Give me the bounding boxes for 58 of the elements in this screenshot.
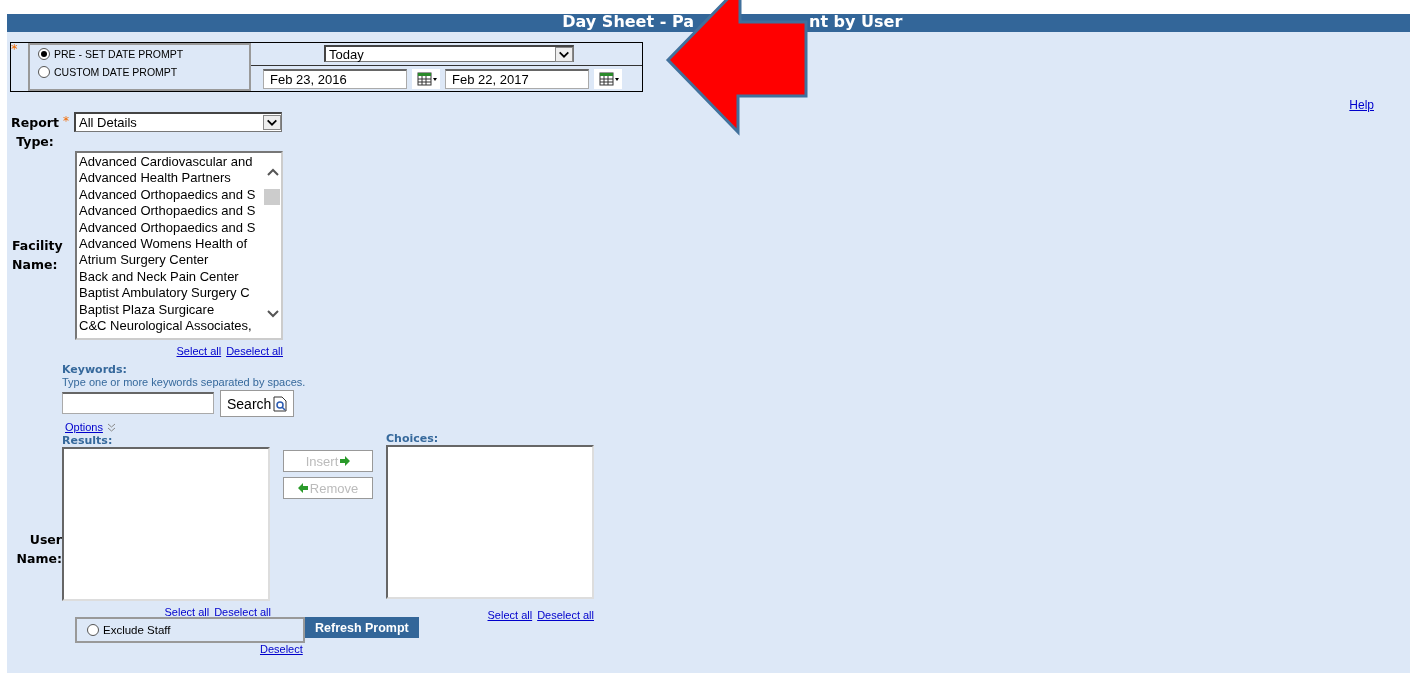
radio-label: PRE - SET DATE PROMPT — [54, 48, 184, 60]
radio-button[interactable] — [38, 66, 50, 78]
radio-label: Exclude Staff — [103, 624, 171, 636]
page-title: Day Sheet - Pa — [562, 12, 694, 31]
choices-listbox[interactable] — [386, 445, 594, 599]
list-item[interactable]: Advanced Health Partners — [79, 170, 264, 187]
radio-button[interactable] — [87, 624, 99, 636]
preset-dropdown[interactable]: Today — [324, 45, 574, 62]
calendar-icon[interactable] — [594, 69, 622, 89]
list-item[interactable]: Atrium Surgery Center — [79, 252, 264, 269]
list-item[interactable]: Advanced Womens Health of — [79, 236, 264, 253]
scrollbar-thumb[interactable] — [264, 189, 280, 205]
results-label: Results: — [62, 434, 114, 447]
field-label: Facility Name: — [12, 238, 63, 272]
scroll-up-icon[interactable] — [267, 167, 279, 177]
list-item[interactable]: Advanced Orthopaedics and S — [79, 219, 264, 237]
arrow-icon — [340, 456, 351, 466]
help-link[interactable]: Help — [1349, 98, 1374, 112]
radio-button[interactable] — [38, 48, 50, 60]
expand-chevron-icon[interactable] — [106, 422, 116, 432]
list-item[interactable]: Advanced Cardiovascular and — [79, 154, 264, 171]
list-item[interactable]: Baptist Ambulatory Surgery C — [79, 285, 264, 302]
start-date-field[interactable]: Feb 23, 2016 — [263, 69, 407, 89]
select-all-link[interactable]: Select all — [164, 606, 210, 618]
arrow-icon — [297, 483, 308, 493]
page-title: nt by User — [809, 12, 903, 31]
select-all-link[interactable]: Select all — [487, 609, 533, 621]
keywords-label: Keywords: — [62, 363, 128, 376]
select-all-link[interactable]: Select all — [176, 345, 222, 357]
report-type-dropdown[interactable]: All Details — [74, 112, 282, 132]
list-item[interactable]: Baptist Plaza Surgicare — [79, 301, 264, 319]
list-item[interactable]: C&C Neurological Associates, — [79, 318, 264, 335]
deselect-link[interactable]: Deselect — [260, 643, 303, 655]
required-mark: * — [63, 113, 70, 130]
keywords-hint: Type one or more keywords separated by spaces. — [62, 376, 307, 388]
field-label: User Name: — [16, 531, 62, 566]
required-mark: * — [11, 43, 19, 58]
scroll-down-icon[interactable] — [267, 309, 279, 319]
list-item[interactable]: Back and Neck Pain Center — [79, 268, 264, 286]
refresh-prompt-button[interactable]: Refresh Prompt — [305, 617, 419, 638]
deselect-all-link[interactable]: Deselect all — [226, 345, 283, 357]
search-button[interactable]: Search — [220, 390, 295, 417]
deselect-all-link[interactable]: Deselect all — [537, 609, 594, 621]
calendar-icon[interactable] — [412, 69, 440, 89]
keywords-field[interactable] — [62, 392, 214, 414]
deselect-all-link[interactable]: Deselect all — [214, 606, 271, 618]
dropdown-caret-icon[interactable] — [263, 115, 281, 130]
choices-label: Choices: — [386, 432, 440, 445]
field-label: Report Type: — [11, 115, 59, 149]
radio-label: CUSTOM DATE PROMPT — [54, 66, 178, 78]
options-link[interactable]: Options — [65, 421, 103, 433]
list-item[interactable]: Advanced Orthopaedics and S — [79, 203, 264, 220]
facility-listbox[interactable] — [75, 151, 283, 340]
search-icon — [273, 395, 288, 412]
results-listbox[interactable] — [62, 447, 270, 601]
list-item[interactable]: Advanced Orthopaedics and S — [79, 186, 264, 204]
dropdown-caret-icon[interactable] — [555, 46, 573, 62]
end-date-field[interactable]: Feb 22, 2017 — [445, 69, 589, 89]
